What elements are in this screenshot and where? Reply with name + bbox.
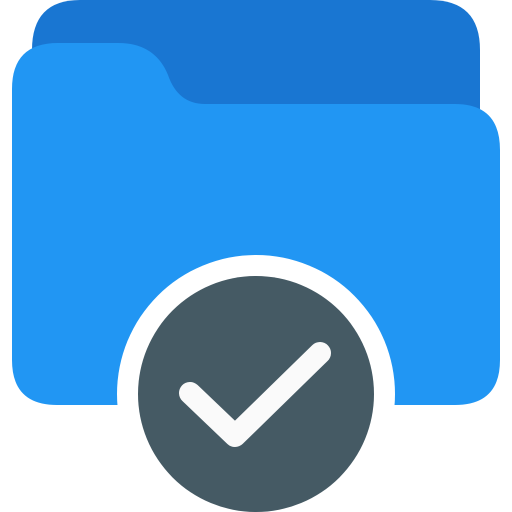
folder-check-icon (0, 0, 512, 512)
badge-circle (138, 276, 374, 512)
folder-check-graphic (12, 0, 500, 512)
